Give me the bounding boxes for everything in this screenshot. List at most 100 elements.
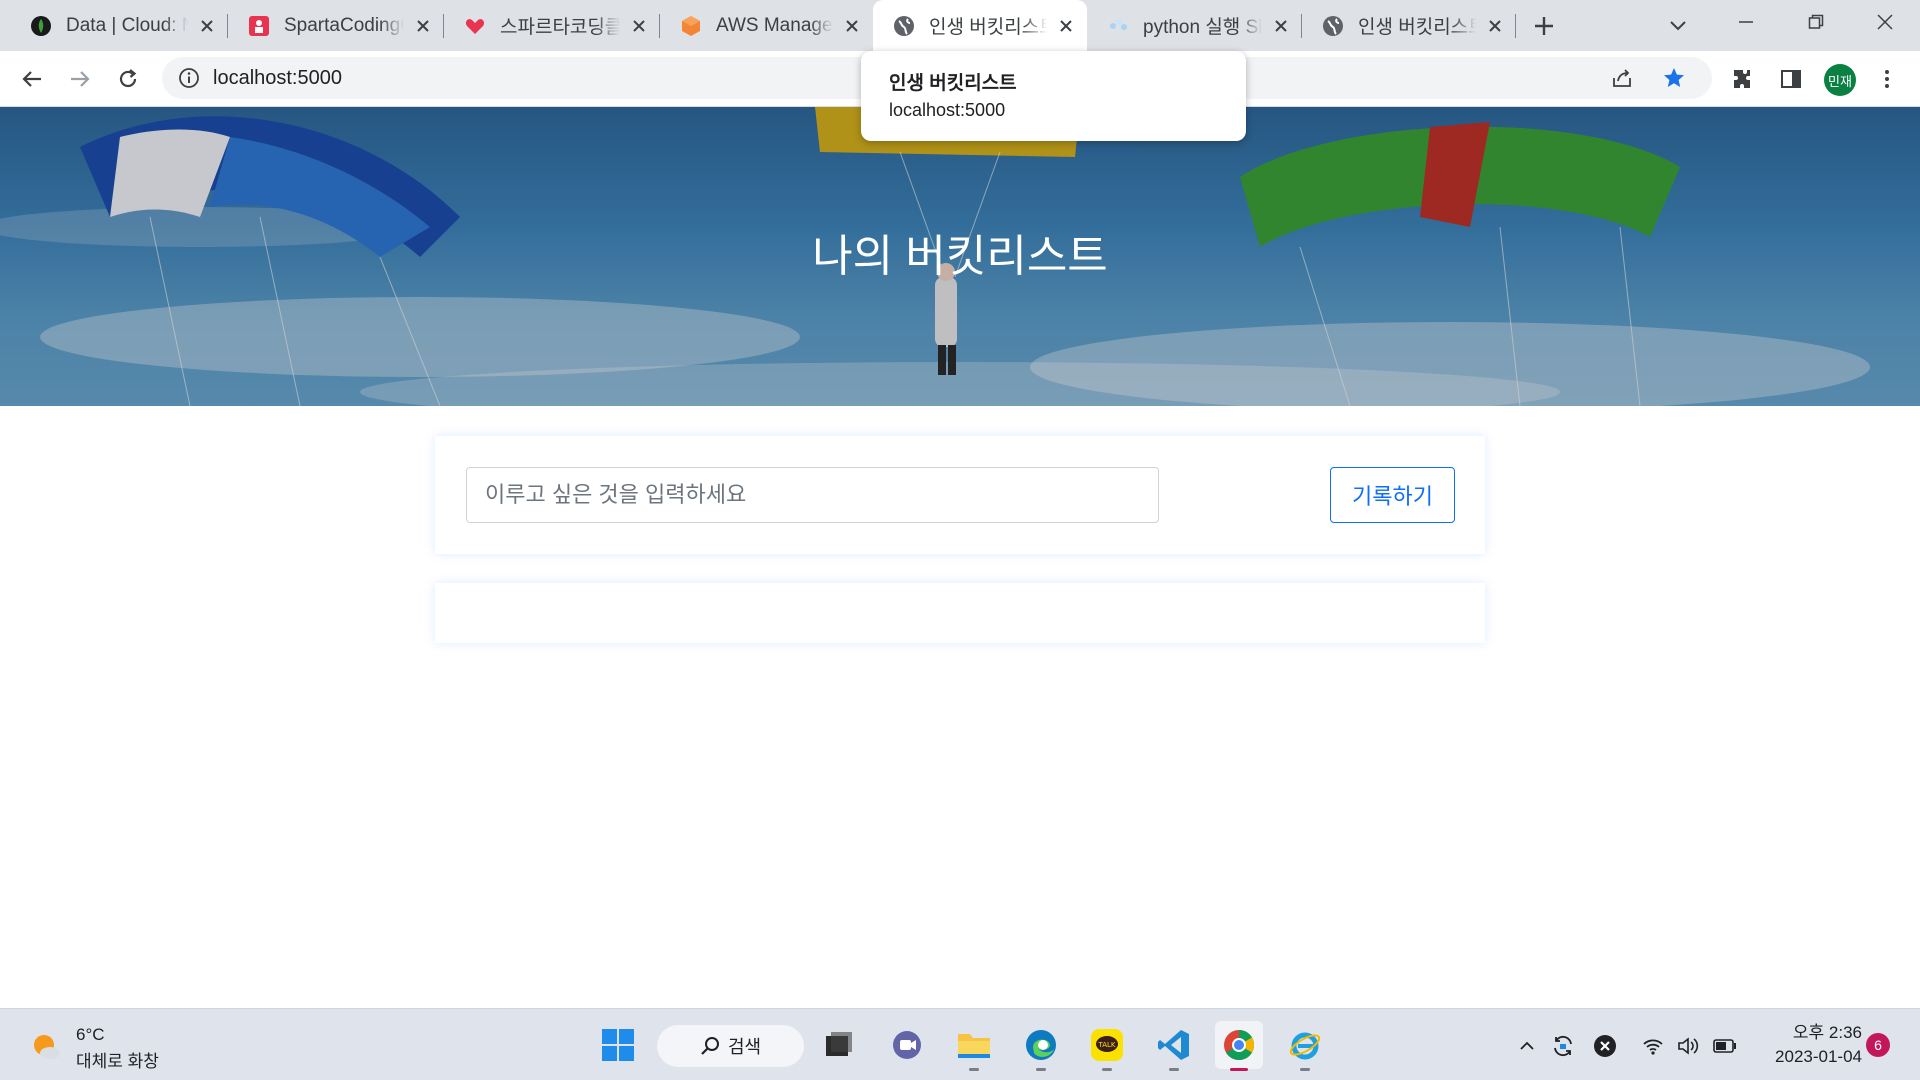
bucket-form-card: 기록하기 (435, 436, 1485, 554)
tab-aws[interactable]: AWS Management Console (660, 0, 873, 51)
chrome-button[interactable] (1215, 1021, 1263, 1071)
system-clock[interactable]: 오후 2:36 2023-01-04 (1752, 1021, 1862, 1069)
bucket-input[interactable] (466, 467, 1159, 523)
folder-icon (958, 1034, 990, 1058)
tab-strip: Data | Cloud: MongoDB SpartaCodingClub 스… (0, 0, 1920, 51)
close-icon[interactable] (628, 15, 650, 37)
aws-icon (680, 15, 702, 37)
weather-widget[interactable]: 6°C 대체로 화창 (30, 1023, 190, 1071)
running-indicator (1036, 1068, 1046, 1071)
tab-python-slack[interactable]: python 실행 Slack (1087, 0, 1302, 51)
tab-title: python 실행 Slack (1143, 17, 1262, 38)
tab-search-button[interactable] (1664, 12, 1692, 40)
file-explorer-button[interactable] (950, 1021, 998, 1071)
menu-button[interactable] (1871, 63, 1903, 95)
bookmark-star-icon[interactable] (1662, 66, 1686, 90)
minimize-icon (1739, 21, 1753, 23)
vscode-icon (1158, 1030, 1189, 1060)
kakaotalk-icon: TALK (1091, 1029, 1123, 1061)
hover-card-url: localhost:5000 (889, 100, 1006, 120)
hero-banner: 나의 버킷리스트 (0, 107, 1920, 406)
extensions-button[interactable] (1727, 63, 1759, 95)
minimize-button[interactable] (1712, 0, 1780, 44)
chat-icon (893, 1031, 921, 1059)
battery-icon (1713, 1039, 1736, 1053)
close-icon[interactable] (412, 15, 434, 37)
search-label: 검색 (727, 1037, 762, 1057)
internet-explorer-icon (1289, 1032, 1321, 1060)
close-icon[interactable] (1055, 15, 1077, 37)
volume-button[interactable] (1673, 1031, 1703, 1061)
forward-button[interactable] (64, 63, 96, 95)
running-indicator (969, 1068, 979, 1071)
task-view-icon (826, 1032, 852, 1056)
tab-hover-card: 인생 버킷리스트 localhost:5000 (861, 51, 1246, 141)
url-text[interactable]: localhost:5000 (213, 67, 342, 90)
restore-icon (1808, 14, 1824, 29)
close-icon[interactable] (1484, 15, 1506, 37)
restore-button[interactable] (1782, 0, 1850, 44)
start-button[interactable] (594, 1021, 642, 1069)
profile-avatar[interactable]: 민재 (1824, 64, 1856, 96)
speaker-icon (1678, 1037, 1699, 1055)
teams-chat-button[interactable] (883, 1021, 931, 1069)
hover-card-title: 인생 버킷리스트 (889, 73, 1017, 94)
search-icon (701, 1037, 719, 1055)
battery-button[interactable] (1710, 1031, 1740, 1061)
bucket-list-card (435, 583, 1485, 643)
globe-icon (893, 15, 915, 37)
tab-spartacoding[interactable]: SpartaCodingClub (228, 0, 444, 51)
close-icon[interactable] (196, 15, 218, 37)
close-icon[interactable] (841, 15, 863, 37)
chrome-icon (1224, 1029, 1255, 1061)
internet-explorer-button[interactable] (1281, 1021, 1329, 1071)
wifi-icon (1643, 1039, 1663, 1055)
mongodb-leaf-icon (30, 15, 52, 37)
partly-sunny-icon (34, 1035, 60, 1059)
weather-temperature: 6°C (76, 1025, 105, 1044)
wifi-button[interactable] (1638, 1031, 1668, 1061)
tab-bucketlist-2[interactable]: 인생 버킷리스트 (1302, 0, 1516, 51)
side-panel-button[interactable] (1775, 63, 1807, 95)
close-window-button[interactable] (1851, 0, 1919, 44)
task-view-button[interactable] (815, 1021, 863, 1069)
sync-tray-button[interactable] (1548, 1031, 1578, 1061)
running-indicator (1102, 1068, 1112, 1071)
svg-text:TALK: TALK (1097, 1041, 1115, 1049)
new-tab-button[interactable] (1530, 12, 1558, 40)
tab-mongodb[interactable]: Data | Cloud: MongoDB (10, 0, 228, 51)
sparta-heart-icon (464, 15, 486, 37)
reload-button[interactable] (112, 63, 144, 95)
windows-taskbar: 6°C 대체로 화창 검색 TALK 오후 2:36 2023-01-04 6 (0, 1008, 1920, 1080)
chevron-down-icon (1670, 21, 1686, 31)
vscode-button[interactable] (1150, 1021, 1198, 1071)
tab-sparta-korean[interactable]: 스파르타코딩클럽 (444, 0, 660, 51)
windows-icon (602, 1029, 634, 1061)
globe-icon (1322, 15, 1344, 37)
tab-title: AWS Management Console (716, 14, 833, 36)
taskbar-search[interactable]: 검색 (657, 1025, 804, 1067)
info-icon[interactable] (178, 67, 200, 89)
clock-date: 2023-01-04 (1775, 1047, 1862, 1066)
arrow-left-icon (22, 71, 41, 87)
sparta-icon (248, 15, 270, 37)
save-button[interactable]: 기록하기 (1330, 467, 1455, 523)
tab-bucketlist-active[interactable]: 인생 버킷리스트 (873, 0, 1087, 51)
app-tray-button[interactable] (1590, 1031, 1620, 1061)
notification-badge[interactable]: 6 (1866, 1033, 1890, 1057)
tab-title: 인생 버킷리스트 (1358, 17, 1476, 38)
reload-icon (119, 69, 137, 88)
python-icon (1107, 15, 1129, 37)
puzzle-icon (1734, 70, 1750, 88)
tab-title: 인생 버킷리스트 (929, 17, 1047, 38)
back-button[interactable] (16, 63, 48, 95)
tray-overflow-button[interactable] (1512, 1031, 1542, 1061)
share-icon[interactable] (1610, 66, 1634, 90)
arrow-right-icon (71, 71, 90, 87)
kakaotalk-button[interactable]: TALK (1083, 1021, 1131, 1071)
edge-button[interactable] (1017, 1021, 1065, 1071)
close-icon[interactable] (1270, 15, 1292, 37)
running-indicator (1169, 1068, 1179, 1071)
close-icon (1877, 14, 1893, 30)
running-indicator (1300, 1068, 1310, 1071)
